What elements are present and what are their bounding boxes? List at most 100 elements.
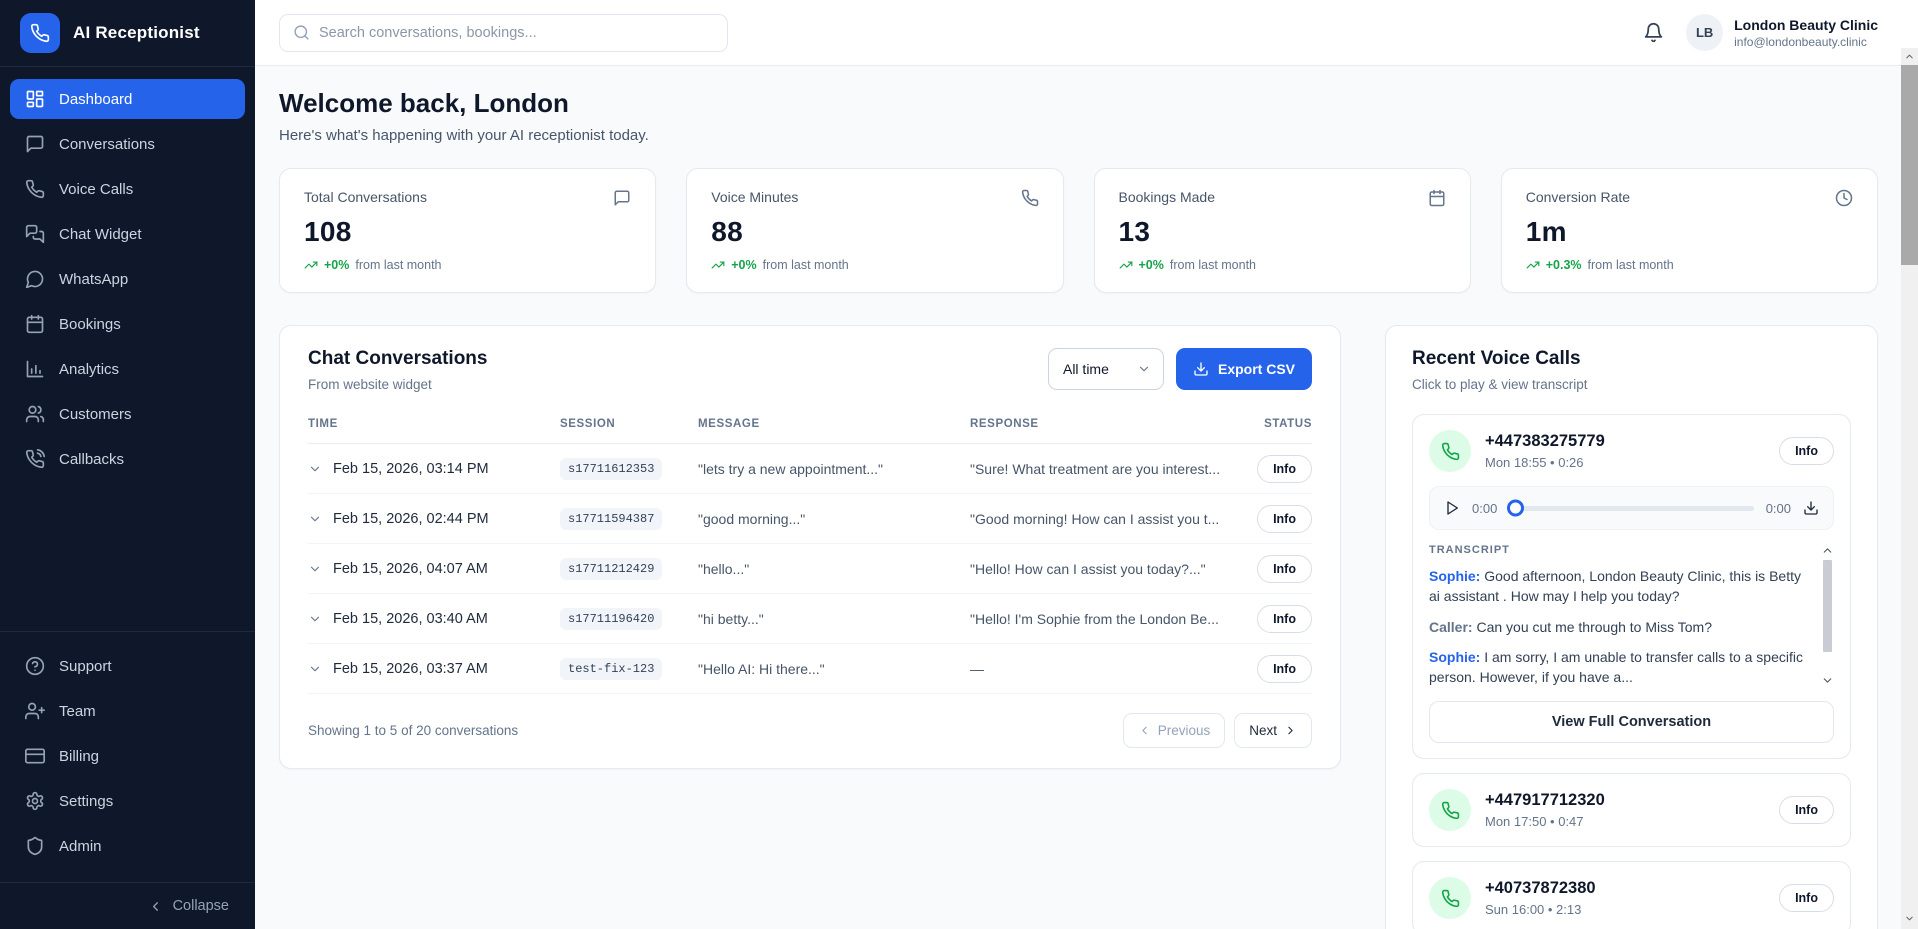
phone-icon xyxy=(25,179,45,199)
scroll-down-icon[interactable] xyxy=(1821,674,1834,687)
notification-bell-button[interactable] xyxy=(1643,22,1664,43)
search-box[interactable] xyxy=(279,14,728,52)
sidebar-item-callbacks[interactable]: Callbacks xyxy=(10,439,245,479)
phone-icon xyxy=(1441,801,1460,820)
view-full-conversation-button[interactable]: View Full Conversation xyxy=(1429,701,1834,743)
cell-message: "good morning..." xyxy=(698,511,970,527)
sidebar-item-chat-widget[interactable]: Chat Widget xyxy=(10,214,245,254)
sidebar-item-label: Analytics xyxy=(59,361,119,378)
message-square-icon xyxy=(613,189,631,207)
stat-trend-value: +0.3% xyxy=(1546,258,1582,272)
cell-time: Feb 15, 2026, 03:37 AM xyxy=(333,661,488,677)
call-avatar xyxy=(1429,430,1471,472)
info-button[interactable]: Info xyxy=(1257,505,1312,533)
app-logo: AI Receptionist xyxy=(0,0,255,67)
time-filter-select[interactable]: All time xyxy=(1048,348,1164,390)
user-menu[interactable]: LB London Beauty Clinic info@londonbeaut… xyxy=(1686,14,1878,51)
play-button[interactable] xyxy=(1444,500,1460,516)
window-scrollbar[interactable] xyxy=(1901,48,1918,929)
app-logo-icon xyxy=(20,13,60,53)
session-badge: s17711612353 xyxy=(560,458,662,480)
cell-response: — xyxy=(970,661,1234,677)
phone-icon xyxy=(1021,189,1039,207)
user-plus-icon xyxy=(25,701,45,721)
sidebar-item-voice-calls[interactable]: Voice Calls xyxy=(10,169,245,209)
scroll-up-icon[interactable] xyxy=(1821,544,1834,557)
window-scrollbar-thumb[interactable] xyxy=(1901,65,1918,265)
sidebar-item-label: Billing xyxy=(59,748,99,765)
transcript-text: Can you cut me through to Miss Tom? xyxy=(1476,619,1712,635)
transcript-text: I am sorry, I am unable to transfer call… xyxy=(1429,649,1803,685)
export-csv-label: Export CSV xyxy=(1218,361,1295,377)
next-page-button[interactable]: Next xyxy=(1234,713,1312,748)
chat-conversations-panel: Chat Conversations From website widget A… xyxy=(279,325,1341,769)
sidebar-item-whatsapp[interactable]: WhatsApp xyxy=(10,259,245,299)
info-button[interactable]: Info xyxy=(1779,796,1834,824)
seek-slider[interactable] xyxy=(1509,506,1753,511)
table-row[interactable]: Feb 15, 2026, 03:40 AM s17711196420 "hi … xyxy=(308,594,1312,644)
main-area: LB London Beauty Clinic info@londonbeaut… xyxy=(255,0,1918,929)
download-button[interactable] xyxy=(1803,500,1819,516)
chevron-down-icon[interactable] xyxy=(308,612,322,626)
cell-response: "Sure! What treatment are you interest..… xyxy=(970,461,1234,477)
column-header-response: RESPONSE xyxy=(970,418,1234,430)
previous-page-button[interactable]: Previous xyxy=(1123,713,1226,748)
collapse-button[interactable]: Collapse xyxy=(0,882,255,929)
cell-response: "Good morning! How can I assist you t... xyxy=(970,511,1234,527)
scroll-up-icon[interactable] xyxy=(1904,51,1915,62)
trending-up-icon xyxy=(304,258,318,272)
sidebar-item-label: Conversations xyxy=(59,136,155,153)
sidebar-item-label: Support xyxy=(59,658,112,675)
chevron-down-icon[interactable] xyxy=(308,562,322,576)
cell-message: "hi betty..." xyxy=(698,611,970,627)
info-button[interactable]: Info xyxy=(1779,437,1834,465)
sidebar-item-bookings[interactable]: Bookings xyxy=(10,304,245,344)
sidebar-item-label: WhatsApp xyxy=(59,271,128,288)
info-button[interactable]: Info xyxy=(1257,605,1312,633)
users-icon xyxy=(25,404,45,424)
speaker-name: Caller: xyxy=(1429,619,1473,635)
scroll-down-icon[interactable] xyxy=(1904,913,1915,924)
chevron-down-icon[interactable] xyxy=(308,512,322,526)
trending-up-icon xyxy=(711,258,725,272)
bar-chart-icon xyxy=(25,359,45,379)
voice-call-item-expanded[interactable]: +447383275779 Mon 18:55 • 0:26 Info 0:00… xyxy=(1412,414,1851,759)
sidebar-item-customers[interactable]: Customers xyxy=(10,394,245,434)
slider-thumb[interactable] xyxy=(1507,500,1524,517)
info-button[interactable]: Info xyxy=(1779,884,1834,912)
sidebar-item-team[interactable]: Team xyxy=(10,691,245,731)
sidebar-item-billing[interactable]: Billing xyxy=(10,736,245,776)
sidebar-item-settings[interactable]: Settings xyxy=(10,781,245,821)
voice-call-item[interactable]: +40737872380 Sun 16:00 • 2:13 Info xyxy=(1412,861,1851,929)
voice-call-item[interactable]: +447917712320 Mon 17:50 • 0:47 Info xyxy=(1412,773,1851,847)
chevron-down-icon[interactable] xyxy=(308,662,322,676)
message-square-icon xyxy=(25,134,45,154)
info-button[interactable]: Info xyxy=(1257,455,1312,483)
sidebar-item-conversations[interactable]: Conversations xyxy=(10,124,245,164)
chevron-down-icon[interactable] xyxy=(308,462,322,476)
table-row[interactable]: Feb 15, 2026, 03:14 PM s17711612353 "let… xyxy=(308,444,1312,494)
search-input[interactable] xyxy=(319,25,714,41)
sidebar-item-support[interactable]: Support xyxy=(10,646,245,686)
table-row[interactable]: Feb 15, 2026, 04:07 AM s17711212429 "hel… xyxy=(308,544,1312,594)
info-button[interactable]: Info xyxy=(1257,655,1312,683)
avatar: LB xyxy=(1686,14,1723,51)
call-avatar xyxy=(1429,877,1471,919)
user-email: info@londonbeauty.clinic xyxy=(1734,35,1878,49)
sidebar-footer: Support Team Billing Settings Admin xyxy=(0,631,255,872)
sidebar-item-dashboard[interactable]: Dashboard xyxy=(10,79,245,119)
table-row[interactable]: Feb 15, 2026, 03:37 AM test-fix-123 "Hel… xyxy=(308,644,1312,694)
trending-up-icon xyxy=(1119,258,1133,272)
export-csv-button[interactable]: Export CSV xyxy=(1176,348,1312,390)
transcript-label: TRANSCRIPT xyxy=(1429,544,1810,556)
sidebar-item-analytics[interactable]: Analytics xyxy=(10,349,245,389)
stat-card-bookings-made: Bookings Made 13 +0%from last month xyxy=(1094,168,1471,293)
column-header-message: MESSAGE xyxy=(698,418,970,430)
info-button[interactable]: Info xyxy=(1257,555,1312,583)
transcript-scrollbar-thumb[interactable] xyxy=(1823,560,1832,652)
table-row[interactable]: Feb 15, 2026, 02:44 PM s17711594387 "goo… xyxy=(308,494,1312,544)
call-meta: Mon 18:55 • 0:26 xyxy=(1485,455,1605,470)
stat-trend-suffix: from last month xyxy=(355,258,441,272)
sidebar-item-admin[interactable]: Admin xyxy=(10,826,245,866)
transcript-scrollbar[interactable] xyxy=(1821,544,1834,687)
